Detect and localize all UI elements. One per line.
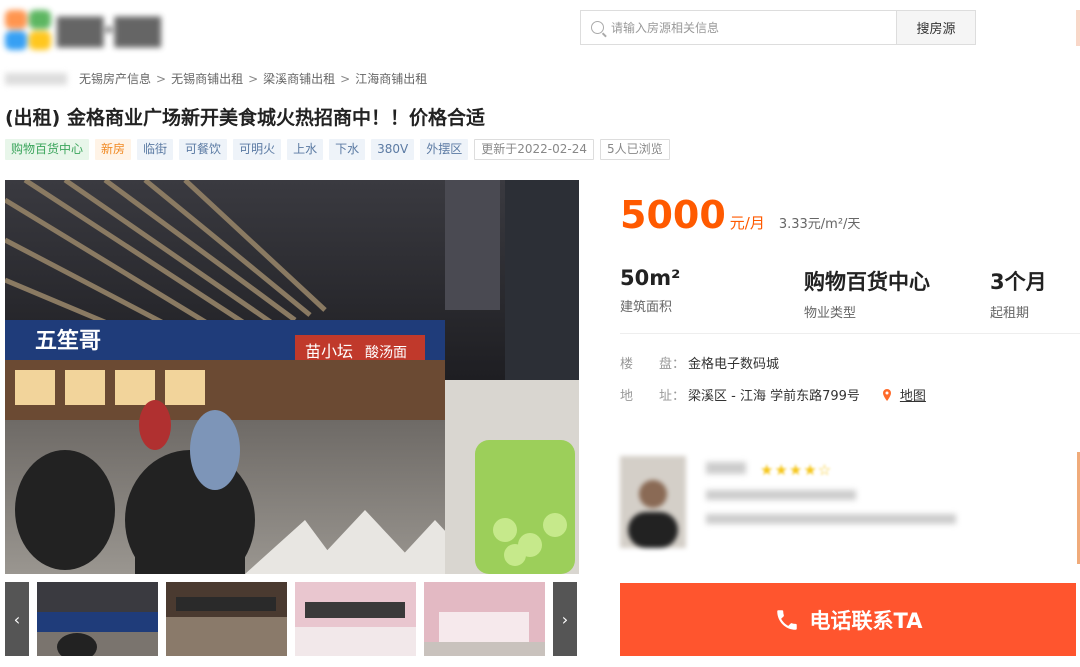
divider xyxy=(620,333,1080,334)
breadcrumb-separator: > xyxy=(248,71,259,86)
search-placeholder: 请输入房源相关信息 xyxy=(611,21,720,35)
call-button[interactable]: 电话联系TA xyxy=(620,583,1076,656)
price-unit: 元/月 xyxy=(729,214,765,232)
thumbnail[interactable] xyxy=(37,582,158,656)
building-label: 楼 盘： xyxy=(620,357,686,372)
rating-stars: ★★★★☆ xyxy=(760,461,833,479)
tag-list: 购物百货中心 新房 临街 可餐饮 可明火 上水 下水 380V 外摆区 更新于2… xyxy=(5,139,670,160)
breadcrumb: 无锡房产信息 > 无锡商铺出租 > 梁溪商铺出租 > 江海商铺出租 xyxy=(5,70,427,87)
tag: 外摆区 xyxy=(420,139,469,160)
search-icon xyxy=(591,21,604,34)
stat-value: 购物百货中心 xyxy=(804,270,930,294)
main-photo[interactable]: 五笙哥 苗小坛 酸汤面 xyxy=(5,180,579,574)
breadcrumb-item[interactable]: 无锡商铺出租 xyxy=(171,70,243,87)
thumbnail[interactable] xyxy=(424,582,545,656)
building-row: 楼 盘： 金格电子数码城 xyxy=(620,353,779,372)
price-row: 5000 元/月 3.33元/m²/天 xyxy=(620,193,860,237)
stat-label: 物业类型 xyxy=(804,306,857,321)
price-per-day: 3.33元/m²/天 xyxy=(778,217,861,232)
thumbnail-strip: ‹ › xyxy=(5,582,579,656)
building-value[interactable]: 金格电子数码城 xyxy=(688,353,779,372)
view-count-badge: 5人已浏览 xyxy=(600,139,670,160)
edge-banner xyxy=(1076,10,1080,46)
tag: 380V xyxy=(371,139,415,160)
agent-details xyxy=(706,514,956,524)
address-row: 地 址： 梁溪区 - 江海 学前东路799号 地图 xyxy=(620,385,926,404)
sign-text: 五笙哥 xyxy=(35,328,101,354)
logo-text: ▇▇·▇▇ xyxy=(57,12,161,48)
tag: 上水 xyxy=(287,139,324,160)
breadcrumb-separator: > xyxy=(156,71,167,86)
gallery-next-button[interactable]: › xyxy=(553,582,577,656)
breadcrumb-separator: > xyxy=(340,71,351,86)
tag: 下水 xyxy=(329,139,366,160)
stat-value: 3个月 xyxy=(990,270,1047,294)
breadcrumb-item[interactable]: 梁溪商铺出租 xyxy=(263,70,335,87)
stat-label: 建筑面积 xyxy=(620,300,673,315)
thumbnail[interactable] xyxy=(295,582,416,656)
breadcrumb-item[interactable]: 江海商铺出租 xyxy=(355,70,427,87)
address-label: 地 址： xyxy=(620,389,686,404)
price-value: 5000 xyxy=(620,193,726,237)
agent-name xyxy=(706,462,746,474)
address-value: 梁溪区 - 江海 学前东路799号 xyxy=(688,389,860,404)
map-link[interactable]: 地图 xyxy=(900,385,926,404)
stat-label: 起租期 xyxy=(990,306,1030,321)
page-title: (出租) 金格商业广场新开美食城火热招商中！！价格合适 xyxy=(5,107,485,129)
tag: 可餐饮 xyxy=(179,139,228,160)
phone-icon xyxy=(776,609,797,630)
logo-mark xyxy=(5,10,51,50)
gallery-prev-button[interactable]: ‹ xyxy=(5,582,29,656)
stat-property-type: 购物百货中心 物业类型 xyxy=(804,266,930,321)
tag: 新房 xyxy=(95,139,132,160)
stat-area: 50m² 建筑面积 xyxy=(620,266,680,315)
food-court-photo: 五笙哥 苗小坛 酸汤面 xyxy=(5,180,579,574)
stat-value: 50m² xyxy=(620,266,681,290)
avatar[interactable] xyxy=(620,456,686,548)
sign-text: 酸汤面 xyxy=(365,345,407,361)
thumbnail[interactable] xyxy=(166,582,287,656)
tag: 临街 xyxy=(137,139,174,160)
breadcrumb-home[interactable] xyxy=(5,72,67,85)
tag: 可明火 xyxy=(233,139,282,160)
site-logo[interactable]: ▇▇·▇▇ xyxy=(5,8,215,52)
site-header: ▇▇·▇▇ 请输入房源相关信息 搜房源 xyxy=(0,0,1080,62)
tag: 购物百货中心 xyxy=(5,139,90,160)
map-pin-icon xyxy=(882,388,891,401)
search-bar: 请输入房源相关信息 搜房源 xyxy=(580,10,976,45)
breadcrumb-item[interactable]: 无锡房产信息 xyxy=(79,70,151,87)
call-button-label: 电话联系TA xyxy=(809,608,923,633)
stat-lease-term: 3个月 起租期 xyxy=(990,266,1047,321)
search-input[interactable]: 请输入房源相关信息 xyxy=(581,11,896,44)
agent-company xyxy=(706,490,856,500)
search-button[interactable]: 搜房源 xyxy=(896,11,975,44)
update-date-badge: 更新于2022-02-24 xyxy=(474,139,594,160)
sign-text: 苗小坛 xyxy=(305,342,353,361)
agent-card: ★★★★☆ xyxy=(620,454,1080,554)
